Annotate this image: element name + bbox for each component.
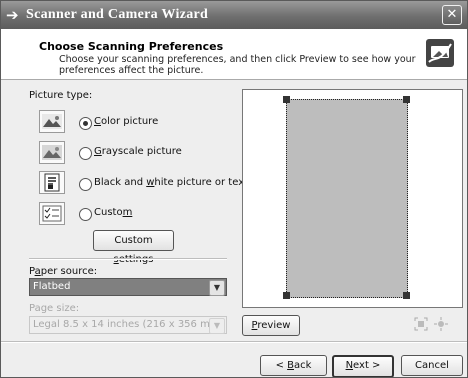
footer-separator: [1, 341, 467, 343]
color-picture-label[interactable]: Color picture: [94, 116, 158, 127]
page-title: Choose Scanning Preferences: [39, 40, 224, 53]
resize-handle-top-right[interactable]: [403, 96, 410, 103]
page-subtitle: Choose your scanning preferences, and th…: [59, 54, 416, 76]
wizard-header: Choose Scanning Preferences Choose your …: [1, 29, 467, 80]
preview-button[interactable]: Preview: [242, 315, 300, 336]
color-picture-radio[interactable]: [79, 117, 92, 130]
scanner-wizard-icon: ➔: [6, 6, 19, 24]
preview-area[interactable]: [242, 89, 463, 308]
page-size-label: Page size:: [29, 303, 80, 314]
color-picture-icon: [39, 110, 65, 133]
zoom-icon[interactable]: [434, 317, 448, 331]
custom-picture-icon: [39, 202, 65, 225]
chevron-down-icon[interactable]: ▼: [209, 318, 225, 334]
black-white-picture-radio[interactable]: [79, 178, 92, 191]
custom-picture-label[interactable]: Custom: [94, 207, 132, 218]
resize-handle-bottom-right[interactable]: [403, 292, 410, 299]
wizard-window: ➔ Scanner and Camera Wizard ✕ Choose Sca…: [0, 0, 468, 378]
paper-source-select[interactable]: Flatbed ▼: [29, 278, 227, 296]
scanner-camera-icon: [426, 39, 454, 67]
paper-source-value: Flatbed: [33, 281, 71, 292]
grayscale-picture-radio[interactable]: [79, 147, 92, 160]
grayscale-picture-icon: [39, 141, 65, 164]
page-size-select[interactable]: Legal 8.5 x 14 inches (216 x 356 mm) ▼: [29, 316, 227, 334]
close-button[interactable]: ✕: [442, 5, 462, 25]
back-button[interactable]: < Back: [260, 355, 327, 376]
black-white-picture-label[interactable]: Black and white picture or text: [94, 177, 248, 188]
black-white-picture-icon: [39, 171, 65, 194]
page-size-value: Legal 8.5 x 14 inches (216 x 356 mm): [33, 319, 224, 330]
close-icon: ✕: [446, 7, 458, 22]
custom-settings-button[interactable]: Custom settings: [93, 230, 174, 265]
next-button[interactable]: Next >: [332, 355, 394, 377]
window-title: Scanner and Camera Wizard: [26, 7, 209, 22]
resize-handle-bottom-left[interactable]: [283, 292, 290, 299]
chevron-down-icon[interactable]: ▼: [209, 280, 225, 296]
paper-source-label: Paper source:: [29, 266, 98, 277]
resize-handle-top-left[interactable]: [283, 96, 290, 103]
grayscale-picture-label[interactable]: Grayscale picture: [94, 146, 182, 157]
custom-picture-radio[interactable]: [79, 208, 92, 221]
fit-to-selection-icon[interactable]: [414, 317, 428, 331]
cancel-button[interactable]: Cancel: [401, 355, 463, 376]
title-bar[interactable]: ➔ Scanner and Camera Wizard ✕: [1, 1, 467, 29]
picture-type-label: Picture type:: [29, 90, 93, 101]
separator: [29, 258, 227, 260]
scan-selection-area[interactable]: [286, 99, 408, 298]
